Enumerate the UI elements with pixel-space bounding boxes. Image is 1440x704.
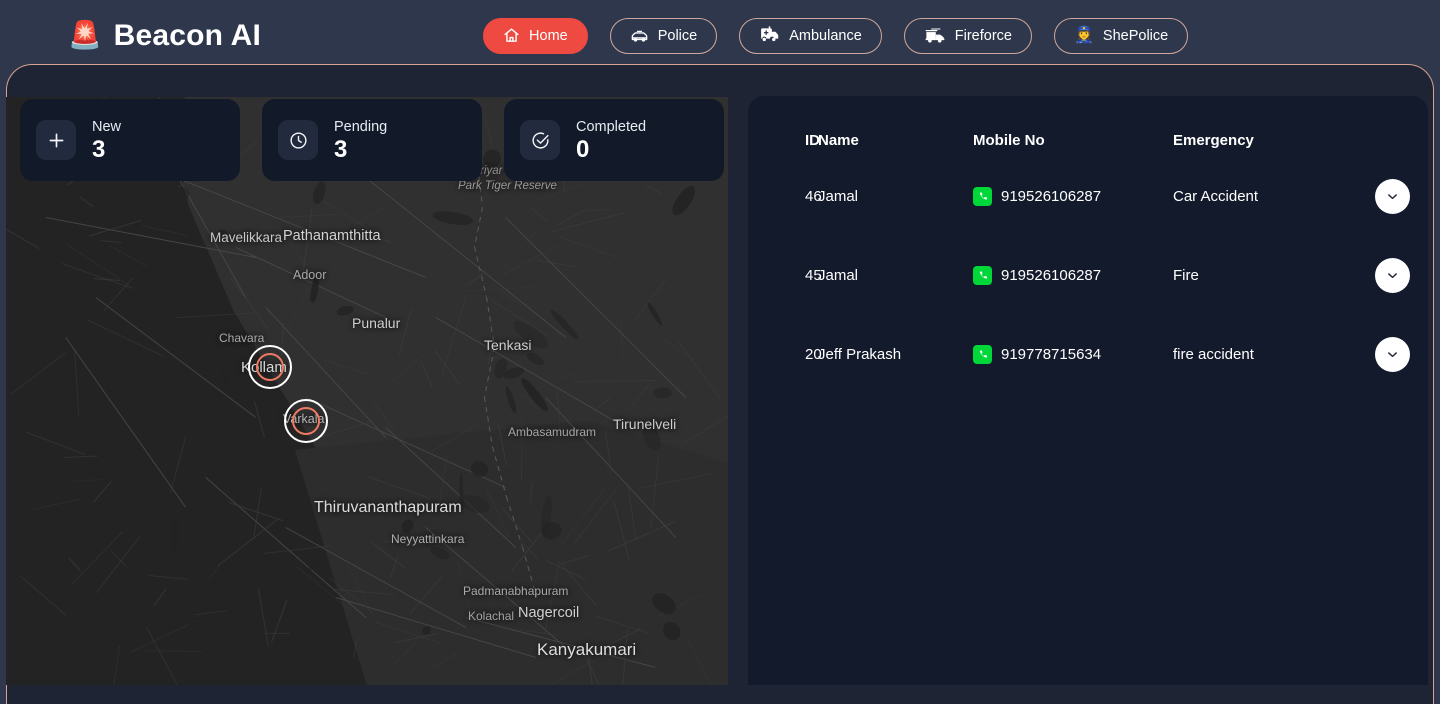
stat-card-completed-label: Completed [576,118,647,135]
map-label: Padmanabhapuram [463,584,569,598]
primary-nav: Home Police Ambulance [483,17,1189,54]
brand-title: Beacon AI [113,18,262,52]
cell-emergency: Fire [1173,267,1199,284]
woman-police-officer-icon: 👮‍♀️ [1073,26,1094,44]
plus-icon [36,120,76,160]
expand-row-button[interactable] [1375,337,1410,372]
stat-card-new[interactable]: New 3 [20,99,240,181]
map-label: Tenkasi [484,337,532,353]
nav-item-home[interactable]: Home [483,17,588,54]
cell-emergency: fire accident [1173,346,1254,363]
home-icon [503,27,520,44]
column-header-emergency: Emergency [1173,132,1254,149]
stat-card-pending-label: Pending [334,118,388,135]
phone-icon [973,345,992,364]
nav-item-ambulance[interactable]: Ambulance [739,17,882,54]
map-label: Kolachal [468,609,515,623]
stat-card-completed[interactable]: Completed 0 [504,99,724,181]
map-label: Nagercoil [518,605,580,621]
nav-item-shepolice-label: ShePolice [1102,27,1169,44]
map-label: Ambasamudram [508,425,597,439]
column-header-id: ID [805,132,820,149]
cell-id: 46 [805,188,822,205]
status-summary-cards: New 3 Pending 3 Completed 0 [20,99,724,181]
nav-item-police[interactable]: Police [609,17,718,54]
ambulance-icon [759,26,780,45]
cell-emergency: Car Accident [1173,188,1259,205]
stat-card-new-label: New [92,118,122,135]
phone-icon [973,266,992,285]
column-header-name: Name [818,132,859,149]
stat-card-pending-value: 3 [334,135,348,163]
nav-item-home-label: Home [529,27,568,44]
emergency-requests-table: ID Name Mobile No Emergency 46 Jamal 91952… [748,96,1428,394]
map-label: Thiruvananthapuram [314,499,462,516]
cell-id: 45 [805,267,822,284]
expand-row-button[interactable] [1375,258,1410,293]
map-label: Neyyattinkara [391,532,465,546]
expand-row-button[interactable] [1375,179,1410,214]
map-label: Park Tiger Reserve [458,180,557,192]
incident-marker[interactable] [284,399,328,443]
fire-truck-icon [924,27,946,45]
brand-logo: 🚨 Beacon AI [68,19,261,53]
stat-card-pending[interactable]: Pending 3 [262,99,482,181]
map-label: Tirunelveli [613,416,677,432]
table-row[interactable]: 20 Jeff Prakash 919778715634 fire accident [748,315,1428,394]
incident-map[interactable]: Periyar NationalPark Tiger ReserveMaveli… [6,97,728,685]
incident-marker[interactable] [248,345,292,389]
marker-inner-ring [292,407,320,435]
top-navigation-bar: 🚨 Beacon AI Home Police Ambulance Firefo… [0,0,1440,71]
nav-item-police-label: Police [657,27,698,44]
rotating-light-icon: 🚨 [68,20,102,50]
column-header-mobile: Mobile No [973,132,1045,149]
police-car-icon [630,26,649,45]
check-circle-icon [520,120,560,160]
stat-card-completed-value: 0 [576,135,590,163]
cell-id: 20 [805,346,822,363]
clock-icon [278,120,318,160]
column-header-actions [1353,96,1428,157]
stat-card-new-value: 3 [92,135,106,163]
cell-mobile: 919526106287 [1001,267,1102,284]
cell-name: Jamal [818,267,859,284]
chevron-down-icon [1388,273,1397,279]
chevron-down-icon [1388,194,1397,200]
nav-item-ambulance-label: Ambulance [789,27,862,44]
map-label: Pathanamthitta [283,228,381,244]
cell-name: Jeff Prakash [818,346,902,363]
nav-item-shepolice[interactable]: 👮‍♀️ ShePolice [1053,17,1189,54]
cell-mobile: 919778715634 [1001,346,1102,363]
chevron-down-icon [1388,352,1397,358]
emergency-requests-panel: ID Name Mobile No Emergency 46 Jamal 91952… [748,96,1428,685]
map-label: Kanyakumari [537,640,637,659]
map-label: Adoor [293,268,327,282]
table-row[interactable]: 45 Jamal 919526106287 Fire [748,236,1428,315]
nav-item-fireforce-label: Fireforce [954,27,1012,44]
table-header-row: ID Name Mobile No Emergency [748,96,1428,157]
marker-inner-ring [256,353,284,381]
nav-item-fireforce[interactable]: Fireforce [903,17,1032,54]
map-label: Chavara [219,331,265,345]
cell-name: Jamal [818,188,859,205]
map-label: Punalur [352,315,401,331]
table-row[interactable]: 46 Jamal 919526106287 Car Accident [748,157,1428,236]
map-label: Mavelikkara [210,230,283,245]
cell-mobile: 919526106287 [1001,188,1102,205]
phone-icon [973,187,992,206]
map-landmass-south [294,420,728,685]
